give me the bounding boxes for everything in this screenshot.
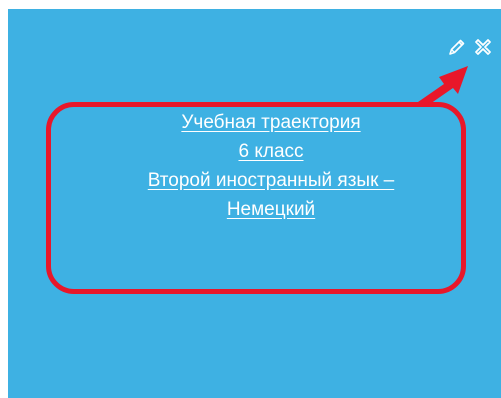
course-title-link[interactable]: Учебная траектория 6 класс Второй иностр… bbox=[52, 108, 490, 224]
edit-button[interactable] bbox=[445, 35, 469, 59]
course-title-line-1[interactable]: Учебная траектория bbox=[52, 108, 490, 137]
pencil-icon bbox=[449, 39, 465, 55]
course-title-line-4[interactable]: Немецкий bbox=[52, 195, 490, 224]
course-title-line-2[interactable]: 6 класс bbox=[52, 137, 490, 166]
close-x-icon bbox=[475, 39, 491, 55]
delete-button[interactable] bbox=[471, 35, 495, 59]
page: Учебная траектория 6 класс Второй иностр… bbox=[0, 0, 501, 398]
tile-actions bbox=[445, 35, 495, 59]
course-title-line-3[interactable]: Второй иностранный язык – bbox=[52, 166, 490, 195]
